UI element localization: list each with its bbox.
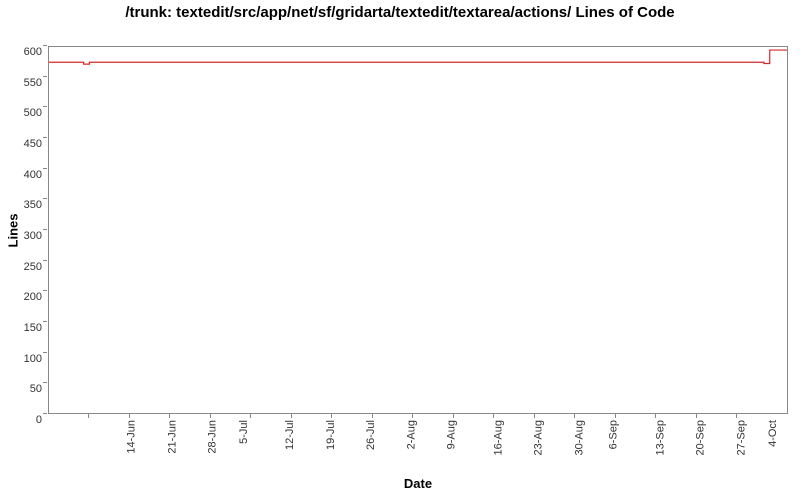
x-tick-label: 6-Sep bbox=[607, 420, 619, 449]
x-tick-label: 26-Jul bbox=[365, 420, 377, 450]
x-tick-mark bbox=[574, 414, 575, 418]
x-tick-mark bbox=[736, 414, 737, 418]
x-tick-label: 14-Jun bbox=[126, 420, 138, 454]
y-tick-mark bbox=[43, 260, 47, 261]
y-tick-mark bbox=[43, 45, 47, 46]
y-tick-label: 200 bbox=[2, 291, 42, 303]
y-tick-label: 0 bbox=[2, 414, 42, 426]
y-tick-label: 500 bbox=[2, 107, 42, 119]
x-axis-ticks: 14-Jun 21-Jun 28-Jun 5-Jul 12-Jul 19-Jul 26-Ju… bbox=[48, 414, 788, 476]
x-tick-mark bbox=[250, 414, 251, 418]
x-tick-label: 28-Jun bbox=[207, 420, 219, 454]
y-tick-mark bbox=[43, 76, 47, 77]
y-tick-label: 400 bbox=[2, 169, 42, 181]
x-tick-mark bbox=[615, 414, 616, 418]
y-tick-mark bbox=[43, 229, 47, 230]
x-tick-mark bbox=[453, 414, 454, 418]
x-tick-mark bbox=[331, 414, 332, 418]
x-tick-label: 4-Oct bbox=[767, 420, 779, 447]
y-tick-label: 600 bbox=[2, 46, 42, 58]
y-tick-label: 150 bbox=[2, 322, 42, 334]
x-tick-label: 27-Sep bbox=[735, 420, 747, 455]
x-tick-mark bbox=[655, 414, 656, 418]
y-tick-mark bbox=[43, 321, 47, 322]
y-tick-mark bbox=[43, 137, 47, 138]
x-tick-mark bbox=[169, 414, 170, 418]
x-tick-label: 30-Aug bbox=[573, 420, 585, 455]
line-series bbox=[49, 47, 787, 413]
y-tick-mark bbox=[43, 352, 47, 353]
x-tick-mark bbox=[372, 414, 373, 418]
y-tick-mark bbox=[43, 198, 47, 199]
x-tick-label: 2-Aug bbox=[405, 420, 417, 449]
x-tick-label: 20-Sep bbox=[695, 420, 707, 455]
y-axis-ticks: 050100150200250300350400450500550600 bbox=[0, 46, 46, 414]
y-tick-label: 350 bbox=[2, 199, 42, 211]
x-tick-mark bbox=[493, 414, 494, 418]
y-tick-label: 300 bbox=[2, 230, 42, 242]
x-tick-label: 21-Jun bbox=[167, 420, 179, 454]
y-tick-label: 250 bbox=[2, 261, 42, 273]
y-tick-mark bbox=[43, 106, 47, 107]
x-tick-mark bbox=[534, 414, 535, 418]
chart-container: /trunk: textedit/src/app/net/sf/gridarta… bbox=[0, 0, 800, 500]
x-tick-label: 23-Aug bbox=[533, 420, 545, 455]
x-tick-label: 12-Jul bbox=[284, 420, 296, 450]
x-tick-label: 9-Aug bbox=[446, 420, 458, 449]
y-tick-mark bbox=[43, 413, 47, 414]
plot-area bbox=[48, 46, 788, 414]
x-tick-mark bbox=[88, 414, 89, 418]
chart-title: /trunk: textedit/src/app/net/sf/gridarta… bbox=[0, 4, 800, 23]
y-tick-label: 550 bbox=[2, 77, 42, 89]
x-axis-label: Date bbox=[48, 476, 788, 491]
x-tick-mark bbox=[291, 414, 292, 418]
x-tick-label: 13-Sep bbox=[654, 420, 666, 455]
y-tick-mark bbox=[43, 168, 47, 169]
x-tick-mark bbox=[412, 414, 413, 418]
x-tick-mark bbox=[210, 414, 211, 418]
x-tick-label: 16-Aug bbox=[492, 420, 504, 455]
x-tick-mark bbox=[129, 414, 130, 418]
y-tick-mark bbox=[43, 382, 47, 383]
y-tick-label: 100 bbox=[2, 353, 42, 365]
y-tick-label: 50 bbox=[2, 383, 42, 395]
x-tick-label: 19-Jul bbox=[325, 420, 337, 450]
x-tick-label: 5-Jul bbox=[238, 420, 250, 444]
y-tick-mark bbox=[43, 290, 47, 291]
y-tick-label: 450 bbox=[2, 138, 42, 150]
x-tick-mark bbox=[696, 414, 697, 418]
